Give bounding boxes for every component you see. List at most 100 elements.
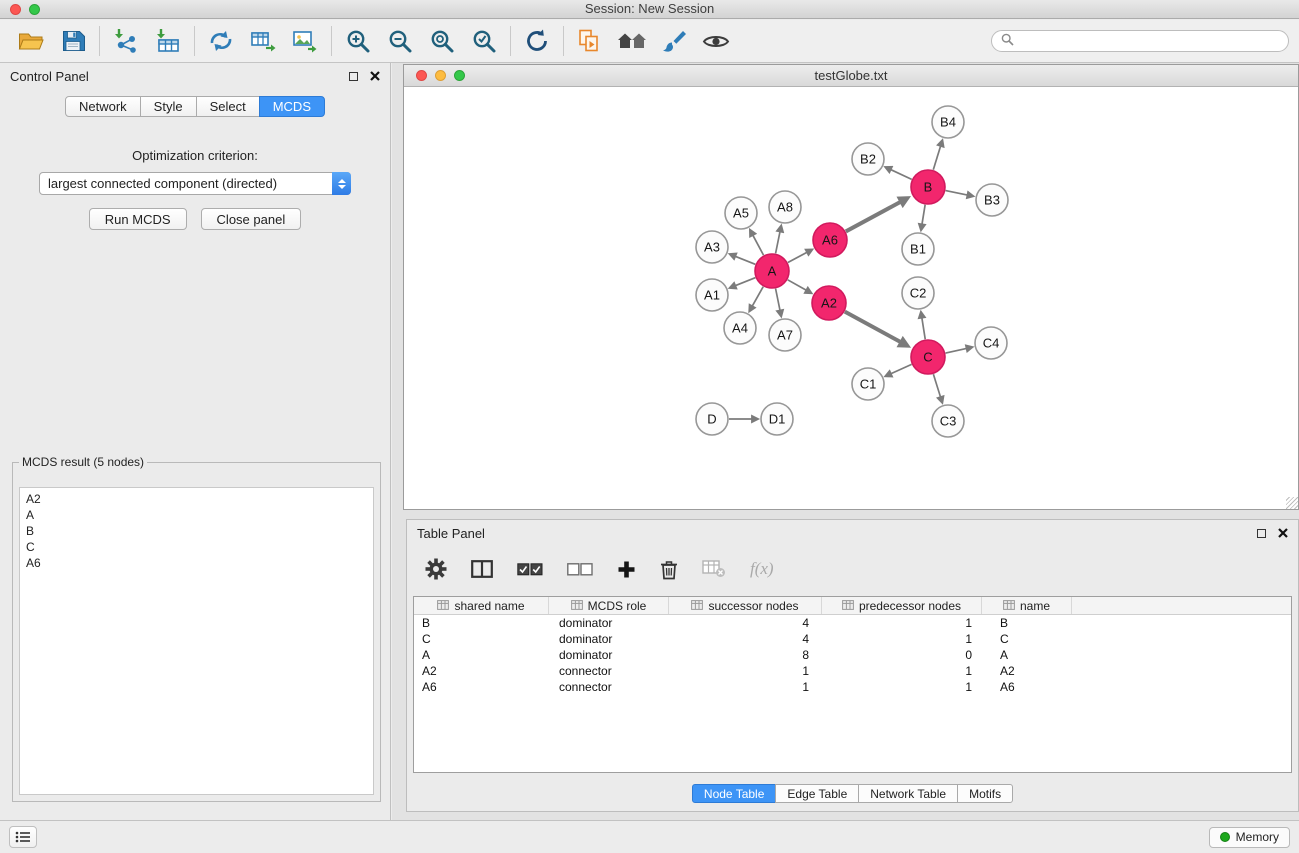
save-session-icon[interactable] [52, 23, 94, 59]
graph-edge-A-A1[interactable] [735, 278, 755, 286]
graph-node-B4[interactable]: B4 [932, 106, 964, 138]
tab-network[interactable]: Network [65, 96, 141, 117]
graph-edge-A-A8[interactable] [776, 231, 780, 253]
memory-button[interactable]: Memory [1209, 827, 1290, 848]
tab-motifs[interactable]: Motifs [957, 784, 1013, 803]
run-mcds-button[interactable]: Run MCDS [89, 208, 187, 230]
graph-edge-C-C2[interactable] [922, 318, 925, 340]
add-row-icon[interactable] [617, 560, 636, 579]
close-table-panel-icon[interactable] [1278, 526, 1288, 541]
export-network-icon[interactable] [200, 23, 242, 59]
graph-node-A[interactable]: A [755, 254, 789, 288]
graph-node-A8[interactable]: A8 [769, 191, 801, 223]
column-header-MCDS-role[interactable]: MCDS role [549, 597, 669, 614]
graph-node-D1[interactable]: D1 [761, 403, 793, 435]
network-graph[interactable]: B4B2BB3A5A8A6B1A3AC2A1A2A4A7C4CC1C3DD1 [404, 88, 1298, 509]
graph-edge-C-C1[interactable] [891, 364, 912, 373]
graph-edge-B-B2[interactable] [891, 170, 912, 180]
graph-node-B[interactable]: B [911, 170, 945, 204]
graph-edge-C-C3[interactable] [933, 374, 940, 397]
graph-node-C[interactable]: C [911, 340, 945, 374]
deselect-all-icon[interactable] [567, 563, 593, 576]
result-item[interactable]: C [26, 539, 367, 555]
network-canvas[interactable]: B4B2BB3A5A8A6B1A3AC2A1A2A4A7C4CC1C3DD1 [404, 88, 1298, 509]
network-zoom-button[interactable] [454, 70, 465, 81]
graph-node-A2[interactable]: A2 [812, 286, 846, 320]
delete-table-icon[interactable] [702, 560, 726, 578]
criterion-dropdown[interactable]: largest connected component (directed) [39, 172, 351, 195]
graph-edge-A-A4[interactable] [752, 287, 763, 307]
import-table-icon[interactable] [147, 23, 189, 59]
graph-node-A3[interactable]: A3 [696, 231, 728, 263]
column-icon[interactable] [471, 560, 493, 578]
graph-edge-C-C4[interactable] [946, 348, 967, 353]
home-icon[interactable] [611, 23, 653, 59]
result-item[interactable]: A6 [26, 555, 367, 571]
graph-node-C1[interactable]: C1 [852, 368, 884, 400]
open-recent-icon[interactable] [569, 23, 611, 59]
resize-handle[interactable] [1286, 497, 1298, 509]
network-minimize-button[interactable] [435, 70, 446, 81]
tab-style[interactable]: Style [140, 96, 197, 117]
table-row[interactable]: A6connector11A6 [414, 679, 1291, 695]
graph-edge-A2-C[interactable] [845, 312, 901, 343]
delete-row-icon[interactable] [660, 559, 678, 580]
select-all-icon[interactable] [517, 563, 543, 576]
graph-node-C2[interactable]: C2 [902, 277, 934, 309]
zoom-out-icon[interactable] [379, 23, 421, 59]
graph-edge-A-A7[interactable] [776, 289, 780, 311]
settings-gear-icon[interactable] [425, 558, 447, 580]
graph-node-B1[interactable]: B1 [902, 233, 934, 265]
graph-node-A5[interactable]: A5 [725, 197, 757, 229]
column-header-successor-nodes[interactable]: successor nodes [669, 597, 822, 614]
result-item[interactable]: B [26, 523, 367, 539]
table-row[interactable]: Cdominator41C [414, 631, 1291, 647]
result-item[interactable]: A2 [26, 491, 367, 507]
tab-select[interactable]: Select [196, 96, 260, 117]
table-row[interactable]: Bdominator41B [414, 615, 1291, 631]
close-window-button[interactable] [10, 4, 21, 15]
graph-edge-B-B1[interactable] [922, 205, 925, 225]
import-network-icon[interactable] [105, 23, 147, 59]
tab-node-table[interactable]: Node Table [692, 784, 777, 803]
zoom-window-button[interactable] [29, 4, 40, 15]
table-row[interactable]: Adominator80A [414, 647, 1291, 663]
graph-node-A6[interactable]: A6 [813, 223, 847, 257]
tab-mcds[interactable]: MCDS [259, 96, 325, 117]
column-header-name[interactable]: name [982, 597, 1072, 614]
zoom-fit-icon[interactable] [421, 23, 463, 59]
graph-edge-A-A5[interactable] [753, 235, 764, 255]
graph-edge-A-A3[interactable] [735, 256, 755, 264]
function-icon[interactable]: f(x) [750, 559, 774, 579]
graph-node-C3[interactable]: C3 [932, 405, 964, 437]
graph-node-D[interactable]: D [696, 403, 728, 435]
close-panel-icon[interactable] [370, 69, 380, 84]
export-image-icon[interactable] [284, 23, 326, 59]
network-close-button[interactable] [416, 70, 427, 81]
graph-node-B3[interactable]: B3 [976, 184, 1008, 216]
column-header-predecessor-nodes[interactable]: predecessor nodes [822, 597, 982, 614]
export-table-icon[interactable] [242, 23, 284, 59]
float-table-panel-icon[interactable] [1257, 529, 1266, 538]
graph-edge-A-A6[interactable] [788, 252, 807, 262]
graph-edge-B-B4[interactable] [933, 146, 940, 170]
network-window-titlebar[interactable]: testGlobe.txt [404, 65, 1298, 87]
style-brush-icon[interactable] [653, 23, 695, 59]
tab-network-table[interactable]: Network Table [858, 784, 958, 803]
tab-edge-table[interactable]: Edge Table [775, 784, 859, 803]
task-history-button[interactable] [9, 826, 37, 848]
result-item[interactable]: A [26, 507, 367, 523]
layout-refresh-icon[interactable] [516, 23, 558, 59]
graph-edge-A-A2[interactable] [788, 280, 807, 290]
column-header-shared-name[interactable]: shared name [414, 597, 549, 614]
float-panel-icon[interactable] [349, 72, 358, 81]
open-session-icon[interactable] [10, 23, 52, 59]
graph-node-C4[interactable]: C4 [975, 327, 1007, 359]
graph-node-A4[interactable]: A4 [724, 312, 756, 344]
graph-node-B2[interactable]: B2 [852, 143, 884, 175]
mcds-result-list[interactable]: A2ABCA6 [19, 487, 374, 795]
search-input[interactable] [1020, 34, 1279, 48]
graph-edge-A6-B[interactable] [846, 202, 901, 232]
zoom-selected-icon[interactable] [463, 23, 505, 59]
graph-node-A1[interactable]: A1 [696, 279, 728, 311]
